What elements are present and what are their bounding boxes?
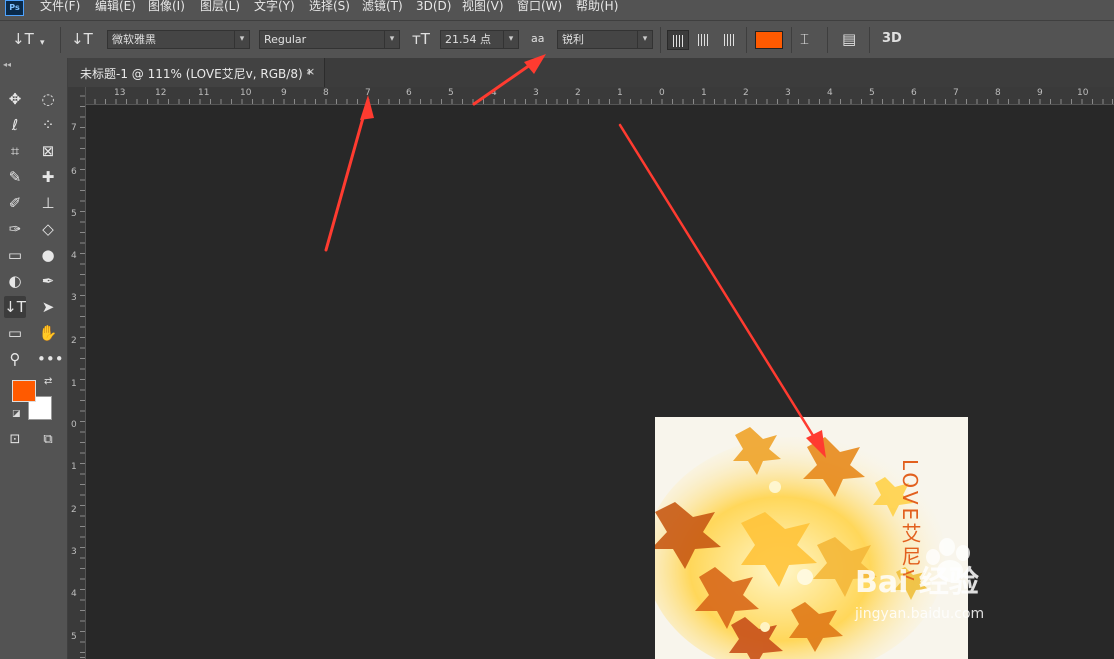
foreground-color-swatch[interactable] (12, 380, 36, 402)
annotation-arrow-ruler (324, 98, 370, 252)
arrowhead (524, 54, 546, 74)
arrowhead (806, 430, 826, 458)
annotation-arrow-artwork (618, 123, 824, 452)
arrowhead (360, 95, 374, 120)
annotation-arrows (324, 54, 826, 458)
